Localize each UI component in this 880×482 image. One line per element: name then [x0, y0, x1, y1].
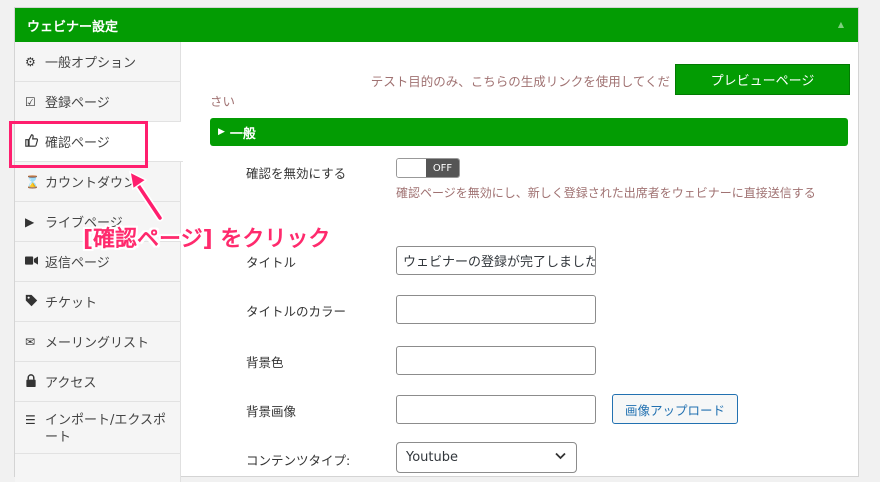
- disable-confirmation-toggle[interactable]: OFF: [396, 158, 460, 178]
- play-icon: ▶: [25, 214, 35, 229]
- section-title: 一般: [229, 126, 256, 142]
- panel-titlebar: ウェビナー設定 ▲: [15, 8, 858, 42]
- content-type-label: コンテンツタイプ:: [246, 453, 351, 468]
- disable-confirmation-label: 確認を無効にする: [246, 166, 347, 181]
- background-color-input[interactable]: [396, 346, 596, 375]
- content-type-select[interactable]: Youtube: [396, 442, 577, 473]
- sidebar-item-label: 登録ページ: [45, 96, 110, 111]
- title-color-input[interactable]: [396, 295, 596, 324]
- triangle-up-icon[interactable]: ▲: [838, 20, 844, 29]
- annotation-callout: [確認ページ] をクリック: [83, 227, 331, 252]
- disable-confirmation-help: 確認ページを無効にし、新しく登録された出席者をウェビナーに直接送信する: [396, 186, 816, 200]
- sidebar-item-registration-page[interactable]: ☑ 登録ページ: [15, 82, 181, 122]
- gear-icon: ⚙: [25, 54, 36, 69]
- panel-title: ウェビナー設定: [27, 19, 119, 35]
- sidebar-item-label: メーリングリスト: [45, 336, 150, 351]
- triangle-right-icon: ▶: [218, 127, 225, 137]
- background-color-label: 背景色: [246, 355, 284, 370]
- hourglass-icon: ⌛: [25, 174, 40, 189]
- lock-icon: [25, 373, 45, 390]
- check-square-icon: ☑: [25, 94, 36, 109]
- video-camera-icon: [25, 255, 45, 269]
- toggle-knob: [397, 159, 427, 177]
- sidebar-item-label: 返信ページ: [45, 256, 110, 271]
- preview-note-line1: テスト目的のみ、こちらの生成リンクを使用してくだ: [370, 74, 670, 89]
- title-label: タイトル: [246, 255, 297, 270]
- sidebar-item-label: インポート/エクスポート: [45, 413, 166, 445]
- preview-page-button[interactable]: プレビューページ: [675, 64, 850, 95]
- background-image-input[interactable]: [396, 395, 596, 424]
- sidebar-item-access[interactable]: アクセス: [15, 362, 181, 402]
- tag-icon: [25, 294, 45, 310]
- background-image-label: 背景画像: [246, 404, 297, 419]
- preview-note: テスト目的のみ、こちらの生成リンクを使用してくだ さい: [210, 72, 680, 112]
- title-input[interactable]: ウェビナーの登録が完了しました: [396, 246, 596, 275]
- envelope-icon: ✉: [25, 334, 36, 349]
- content-type-value: Youtube: [406, 450, 458, 465]
- sidebar-item-label: 一般オプション: [45, 56, 137, 71]
- image-upload-button[interactable]: 画像アップロード: [612, 394, 738, 424]
- title-color-label: タイトルのカラー: [246, 304, 347, 319]
- sidebar-item-mailing-list[interactable]: ✉ メーリングリスト: [15, 322, 181, 362]
- annotation-highlight-box: [9, 121, 148, 168]
- sidebar-item-tickets[interactable]: チケット: [15, 282, 181, 322]
- sidebar-item-countdown[interactable]: ⌛ カウントダウン: [15, 162, 181, 202]
- preview-note-line2: さい: [210, 94, 236, 109]
- section-general-header[interactable]: ▶ 一般: [210, 118, 848, 146]
- toggle-state: OFF: [426, 159, 459, 177]
- sidebar-item-label: カウントダウン: [45, 176, 137, 191]
- sidebar-item-general-options[interactable]: ⚙ 一般オプション: [15, 42, 181, 82]
- settings-sidebar: ⚙ 一般オプション ☑ 登録ページ 確認ページ ⌛ カウントダウン ▶ ライブペ…: [15, 42, 183, 482]
- sidebar-item-label: チケット: [45, 296, 98, 311]
- sidebar-item-label: アクセス: [45, 376, 97, 391]
- list-icon: ☰: [25, 413, 36, 427]
- sidebar-item-import-export[interactable]: ☰ インポート/エクスポート: [15, 402, 181, 454]
- chevron-down-icon: [555, 452, 566, 463]
